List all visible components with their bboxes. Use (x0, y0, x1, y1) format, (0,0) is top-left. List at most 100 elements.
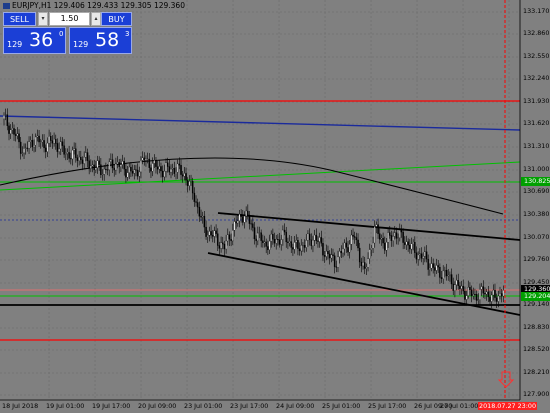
candle-body (302, 245, 304, 246)
lot-size-input[interactable]: 1.50 (49, 12, 90, 26)
sell-button[interactable]: SELL (3, 12, 36, 26)
time-label: 20 Jul 09:00 (138, 402, 177, 410)
green-line-price-tag: 130.825 (521, 177, 550, 186)
candle-body (445, 269, 448, 277)
cursor-time-label: 2018.07.27 23:00 (478, 402, 538, 410)
candle-body (342, 248, 344, 254)
time-label: 23 Jul 17:00 (230, 402, 269, 410)
candle-body (178, 163, 181, 166)
ask-sup: 3 (125, 30, 130, 38)
candle-body (60, 141, 62, 150)
candle-body (61, 141, 64, 146)
candle-body (482, 286, 485, 294)
candle-body (318, 237, 321, 242)
candle-body (8, 125, 10, 134)
lot-increase-button[interactable]: ▴ (91, 12, 101, 26)
price-label: 130.070 (523, 233, 550, 241)
candle-body (323, 255, 326, 257)
candle-body (479, 289, 481, 300)
candle-body (357, 239, 359, 249)
candle-body (447, 274, 449, 277)
price-label: 131.310 (523, 142, 550, 150)
candle-body (343, 242, 346, 250)
candle-body (70, 158, 72, 160)
candle-body (462, 285, 464, 292)
candle-body (382, 238, 384, 244)
candle-body (38, 135, 40, 143)
candle-body (300, 245, 303, 252)
candle-body (6, 114, 9, 126)
candle-body (75, 148, 77, 158)
candle-body (394, 232, 396, 237)
candle-body (31, 140, 34, 148)
price-label: 131.930 (523, 97, 550, 105)
candle-body (439, 267, 441, 278)
price-label: 130.690 (523, 187, 550, 195)
candle-body (485, 291, 488, 295)
candle-body (312, 239, 314, 246)
time-label: 19 Jul 01:00 (46, 402, 85, 410)
time-label: 27 Jul 01:00 (440, 402, 479, 410)
candle-body (163, 170, 166, 178)
candle-body (253, 227, 256, 240)
candle-body (220, 242, 222, 249)
candle-body (158, 166, 161, 170)
price-chart[interactable] (0, 0, 550, 413)
candle-body (368, 249, 371, 259)
buy-button[interactable]: BUY (101, 12, 132, 26)
candle-body (80, 156, 82, 160)
candle-body (328, 253, 331, 259)
candle-body (50, 136, 52, 141)
candle-body (140, 160, 142, 173)
candle-body (390, 235, 393, 241)
candle-body (230, 239, 232, 242)
candle-body (405, 241, 408, 245)
ask-price-box[interactable]: 129 58 3 (69, 27, 132, 54)
candle-body (365, 267, 368, 269)
candle-body (14, 134, 17, 136)
candle-body (325, 251, 328, 257)
candle-body (424, 251, 426, 257)
lot-decrease-button[interactable]: ▾ (38, 12, 48, 26)
candle-body (373, 226, 376, 244)
candle-body (410, 243, 413, 250)
candle-body (200, 216, 202, 218)
candle-body (173, 168, 176, 174)
candle-body (108, 161, 110, 170)
candle-body (41, 140, 44, 143)
price-label: 131.000 (523, 165, 550, 173)
candle-body (211, 235, 214, 237)
candle-body (474, 294, 476, 295)
candle-body (347, 247, 349, 253)
candle-body (490, 294, 493, 302)
time-label: 19 Jul 17:00 (92, 402, 131, 410)
candle-body (56, 143, 59, 152)
candle-body (275, 239, 277, 244)
candle-body (106, 169, 109, 171)
bid-price-box[interactable]: 129 36 0 (3, 27, 66, 54)
candle-body (186, 180, 189, 186)
candle-body (188, 181, 191, 186)
candle-body (176, 163, 179, 173)
candle-body (470, 289, 473, 297)
candle-body (444, 269, 446, 272)
candle-body (4, 114, 7, 116)
candle-body (467, 287, 470, 296)
candle-body (499, 293, 501, 297)
candle-body (11, 128, 14, 130)
candle-body (465, 295, 468, 300)
candle-body (378, 233, 381, 240)
candle-body (96, 160, 99, 168)
price-label: 132.860 (523, 29, 550, 37)
candle-body (232, 230, 234, 242)
candle-body (93, 164, 95, 171)
candle-body (435, 265, 438, 271)
candle-body (429, 267, 431, 270)
candle-body (66, 152, 69, 154)
candle-body (320, 237, 323, 244)
candle-body (464, 290, 466, 300)
candle-body (409, 245, 411, 250)
candle-body (133, 169, 136, 174)
candle-body (45, 147, 47, 152)
candle-body (297, 240, 299, 249)
